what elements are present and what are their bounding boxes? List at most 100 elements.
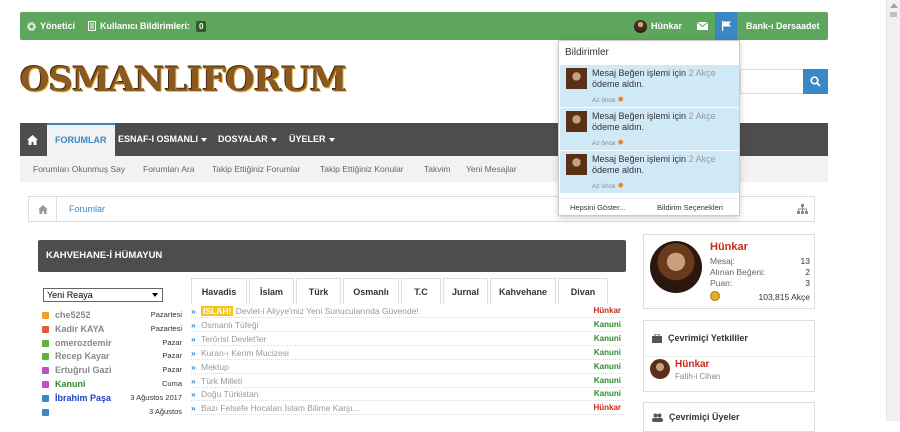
subnav-mark-read[interactable]: Forumları Okunmuş Say bbox=[33, 156, 125, 182]
notification-options-link[interactable]: Bildirim Seçenekleri bbox=[657, 203, 723, 212]
news-author[interactable]: Kanuni bbox=[594, 318, 621, 332]
user-row[interactable]: che5252 Pazartesi bbox=[42, 309, 182, 322]
news-row[interactable]: » Bazı Felsefe Hocaları İslam Bilime Karş… bbox=[191, 401, 626, 416]
tab-esnaf[interactable]: ESNAF-I OSMANLI bbox=[118, 123, 207, 156]
news-title[interactable]: Doğu Türkistan bbox=[201, 387, 258, 401]
notifications-button[interactable] bbox=[715, 12, 737, 40]
news-row[interactable]: » Doğu Türkistan Kanuni bbox=[191, 387, 626, 402]
double-chevron-icon: » bbox=[191, 333, 196, 344]
news-title[interactable]: Osmanlı Tüfeği bbox=[201, 318, 258, 332]
site-logo[interactable]: OSMANLIFORUM bbox=[20, 60, 347, 100]
subnav-new-posts[interactable]: Yeni Mesajlar bbox=[466, 156, 517, 182]
coin-icon bbox=[710, 291, 720, 301]
news-row[interactable]: » Osmanlı Tüfeği Kanuni bbox=[191, 318, 626, 332]
news-title[interactable]: ISLAH! Devlet-i Aliyye'miz Yeni Sunucula… bbox=[201, 304, 419, 318]
news-tabs: Havadis İslam Türk Osmanlı T.C Jurnal Kahvehan… bbox=[191, 278, 626, 304]
user-row[interactable]: Kanuni Cuma bbox=[42, 378, 182, 391]
user-name[interactable]: Kadir KAYA bbox=[55, 324, 104, 334]
user-row[interactable]: Ertuğrul Gazi Pazar bbox=[42, 364, 182, 377]
profile-avatar[interactable] bbox=[650, 241, 702, 293]
news-row[interactable]: » Kuran-ı Kerim Mucizesi Kanuni bbox=[191, 346, 626, 360]
notification-message: Mesaj Beğen işlemi için 2 Akçe ödeme ald… bbox=[592, 68, 716, 89]
sitemap-icon[interactable] bbox=[797, 204, 808, 214]
notification-message: Mesaj Beğen işlemi için 2 Akçe ödeme ald… bbox=[592, 154, 716, 175]
page-scrollbar[interactable] bbox=[886, 0, 900, 421]
user-menu[interactable]: Hünkar bbox=[634, 12, 682, 40]
profile-name[interactable]: Hünkar bbox=[710, 241, 748, 253]
tab-uyeler[interactable]: ÜYELER bbox=[289, 123, 335, 156]
news-author[interactable]: Kanuni bbox=[594, 387, 621, 401]
user-name[interactable]: omerozdemir bbox=[55, 338, 112, 348]
news-row[interactable]: » ISLAH! Devlet-i Aliyye'miz Yeni Sunucul… bbox=[191, 304, 626, 318]
notification-item[interactable]: Mesaj Beğen işlemi için 2 Akçe ödeme ald… bbox=[560, 108, 739, 150]
home-button[interactable] bbox=[20, 123, 44, 156]
news-author[interactable]: Kanuni bbox=[594, 346, 621, 360]
news-title[interactable]: Kuran-ı Kerim Mucizesi bbox=[201, 346, 289, 360]
notification-item[interactable]: Mesaj Beğen işlemi için 2 Akçe ödeme ald… bbox=[560, 65, 739, 107]
user-name[interactable]: che5252 bbox=[55, 310, 91, 320]
admin-link[interactable]: Yönetici bbox=[27, 12, 75, 40]
news-title[interactable]: Türk Milleti bbox=[201, 374, 242, 388]
online-members-panel: Çevrimiçi Üyeler bbox=[643, 402, 815, 432]
news-author[interactable]: Kanuni bbox=[594, 374, 621, 388]
user-name[interactable]: Recep Kayar bbox=[55, 351, 110, 361]
breadcrumb-forumlar[interactable]: Forumlar bbox=[69, 197, 105, 221]
bank-link[interactable]: Bank-ı Dersaadet bbox=[746, 12, 820, 40]
section-title: KAHVEHANE-İ HÜMAYUN bbox=[38, 240, 626, 272]
coin-balance: 103,815 Akçe bbox=[758, 292, 810, 302]
reports-link[interactable]: Kullanıcı Bildirimleri: 0 bbox=[88, 12, 207, 40]
tab-3[interactable]: Osmanlı bbox=[343, 278, 399, 304]
user-name[interactable]: İbrahim Paşa bbox=[55, 393, 111, 403]
subnav-watched-forums[interactable]: Takip Ettiğiniz Forumlar bbox=[212, 156, 300, 182]
staff-avatar[interactable] bbox=[650, 359, 670, 379]
news-title[interactable]: Bazı Felsefe Hocaları İslam Bilime Karşı… bbox=[201, 401, 360, 415]
user-name[interactable]: Kanuni bbox=[55, 379, 86, 389]
news-author[interactable]: Kanuni bbox=[594, 360, 621, 374]
news-row[interactable]: » Terörist Devlet'ler Kanuni bbox=[191, 332, 626, 346]
tab-dosyalar[interactable]: DOSYALAR bbox=[218, 123, 277, 156]
tab-7[interactable]: Divan bbox=[558, 278, 608, 304]
tab-0[interactable]: Havadis bbox=[191, 278, 247, 304]
tab-1[interactable]: İslam bbox=[249, 278, 294, 304]
notification-item[interactable]: Mesaj Beğen işlemi için 2 Akçe ödeme ald… bbox=[560, 151, 739, 193]
user-row[interactable]: omerozdemir Pazar bbox=[42, 337, 182, 350]
stat-likes: Alınan Beğeni: 2 bbox=[710, 267, 810, 277]
notifications-footer: Hepsini Göster... Bildirim Seçenekleri bbox=[559, 198, 739, 212]
news-title[interactable]: Mektup bbox=[201, 360, 229, 374]
subnav-watched-threads[interactable]: Takip Ettiğiniz Konular bbox=[320, 156, 404, 182]
scroll-up-arrow[interactable] bbox=[890, 3, 898, 8]
news-row[interactable]: » Türk Milleti Kanuni bbox=[191, 374, 626, 388]
notifications-popup: Bildirimler Mesaj Beğen işlemi için 2 Ak… bbox=[558, 40, 740, 216]
news-author[interactable]: Hünkar bbox=[593, 304, 621, 318]
tab-2[interactable]: Türk bbox=[296, 278, 341, 304]
user-name[interactable]: Ertuğrul Gazi bbox=[55, 365, 112, 375]
news-row[interactable]: » Mektup Kanuni bbox=[191, 360, 626, 374]
scroll-thumb[interactable] bbox=[890, 12, 897, 17]
search-icon bbox=[810, 76, 821, 87]
tab-5[interactable]: Jurnal bbox=[443, 278, 488, 304]
user-row[interactable]: Kadir KAYA Pazartesi bbox=[42, 323, 182, 336]
news-author[interactable]: Kanuni bbox=[594, 332, 621, 346]
breadcrumb-home[interactable] bbox=[29, 197, 57, 221]
top-admin-bar: Yönetici Kullanıcı Bildirimleri: 0 Hünka… bbox=[20, 12, 828, 40]
tab-forumlar[interactable]: FORUMLAR bbox=[47, 123, 115, 156]
staff-name[interactable]: Hünkar bbox=[675, 359, 709, 370]
stat-points: Puan: 3 bbox=[710, 278, 810, 288]
news-author[interactable]: Hünkar bbox=[593, 401, 621, 415]
search-input[interactable] bbox=[740, 69, 803, 94]
reaya-select[interactable]: Yeni Reaya bbox=[43, 288, 163, 302]
user-row[interactable]: Recep Kayar Pazar bbox=[42, 350, 182, 363]
search-button[interactable] bbox=[803, 69, 828, 94]
news-title[interactable]: Terörist Devlet'ler bbox=[201, 332, 266, 346]
subnav-calendar[interactable]: Takvim bbox=[424, 156, 450, 182]
show-all-link[interactable]: Hepsini Göster... bbox=[570, 203, 625, 212]
tab-4[interactable]: T.C bbox=[401, 278, 441, 304]
user-row[interactable]: İbrahim Paşa 3 Ağustos 2017 bbox=[42, 392, 182, 405]
briefcase-icon bbox=[652, 333, 662, 343]
tab-6[interactable]: Kahvehane bbox=[490, 278, 556, 304]
subnav-search[interactable]: Forumları Ara bbox=[143, 156, 195, 182]
user-row[interactable]: 3 Ağustos bbox=[42, 406, 182, 419]
rank-icon bbox=[42, 325, 49, 333]
inbox-button[interactable] bbox=[697, 12, 708, 40]
double-chevron-icon: » bbox=[191, 389, 196, 400]
